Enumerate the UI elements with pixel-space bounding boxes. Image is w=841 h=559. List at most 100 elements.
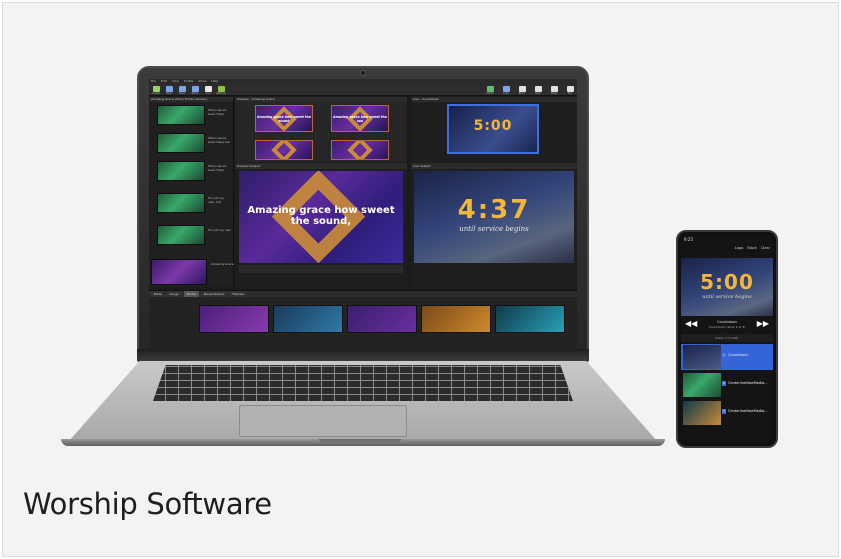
laptop-notch xyxy=(319,439,401,442)
media-item[interactable] xyxy=(273,305,343,333)
slide-thumbnail xyxy=(157,105,205,125)
phone-tabs: Logo Black Clear xyxy=(681,244,773,253)
slide-text: When we've been there xyxy=(208,108,227,116)
slide-item[interactable]: When we've been there xyxy=(157,161,232,182)
item-thumbnail xyxy=(683,401,721,425)
stage-label: Stage xyxy=(550,92,558,95)
preview-controls[interactable] xyxy=(239,265,403,273)
trackpad xyxy=(239,405,407,437)
slide-text: When we've been there ten xyxy=(208,136,231,144)
phone-status-time: 9:25 xyxy=(684,237,693,242)
song-panel-header: Amazing Grace (Chris Tomlin Version) xyxy=(149,97,233,102)
mini-slide[interactable] xyxy=(331,140,389,160)
preview-output: Amazing grace how sweet the sound, xyxy=(239,171,403,263)
phone-countdown-caption: until service begins xyxy=(702,294,752,300)
product-card: File Edit View Profile Show Help Create … xyxy=(2,2,839,557)
mini-slide[interactable]: Amazing grace how sweet the sou xyxy=(331,105,389,132)
slide-item[interactable]: Amazing Grace xyxy=(151,259,234,285)
black-label: Black xyxy=(518,92,526,95)
slide-text: Amazing Grace xyxy=(211,262,234,266)
media-item[interactable] xyxy=(199,305,269,333)
countdown-small-time: 5:00 xyxy=(473,118,513,134)
card-title: Worship Software xyxy=(23,487,272,521)
preview-panel: Preview - Amazing Grace Amazing grace ho… xyxy=(235,97,407,287)
item-index: 1 xyxy=(722,353,726,358)
phone-list-item[interactable]: 2 CenterlineNewMedia... xyxy=(681,372,773,398)
song-slides-panel: Amazing Grace (Chris Tomlin Version) Whe… xyxy=(149,97,234,287)
webcam xyxy=(361,71,365,75)
live-panel: Live - Countdown 5:00 Live Output 4:37 u… xyxy=(411,97,577,287)
slide-thumbnail xyxy=(157,133,205,153)
laptop-lid: File Edit View Profile Show Help Create … xyxy=(137,66,589,362)
exit-label: Exit xyxy=(567,92,573,95)
countdown-slide[interactable]: 5:00 xyxy=(447,104,539,154)
app-toolbar: Create Open Save Blank Live Settings Med… xyxy=(149,84,577,96)
slide-item[interactable]: It's not my own, but xyxy=(157,193,232,214)
media-bin: Bible Songs Media Presentations Themes xyxy=(149,290,577,349)
mini-slide[interactable] xyxy=(255,140,313,160)
item-label: CenterlineNewMedia... xyxy=(728,409,768,413)
media-item[interactable] xyxy=(347,305,417,333)
mini-slide-text: Amazing grace how sweet the sound xyxy=(257,115,311,123)
slide-text: It's not my own, but xyxy=(208,196,224,204)
phone-divider: Psalm 23 (CSB) xyxy=(681,334,773,342)
mini-slide[interactable]: Amazing grace how sweet the sound xyxy=(255,105,313,132)
live-panel-header: Live - Countdown xyxy=(411,97,577,102)
mini-slide-text: Amazing grace how sweet the sou xyxy=(333,115,387,123)
tab-media[interactable]: Media xyxy=(183,291,199,297)
blank-label: Blank xyxy=(191,92,199,95)
diamond-graphic xyxy=(347,141,373,159)
preview-output-header: Preview Output xyxy=(235,163,407,169)
slide-thumbnail xyxy=(157,193,205,213)
media-label: Media xyxy=(486,92,494,95)
open-label: Open xyxy=(165,92,173,95)
media-item[interactable] xyxy=(421,305,491,333)
item-label: Countdown xyxy=(728,353,748,357)
phone-screen: 9:25 Logo Black Clear 5:00 until service… xyxy=(681,236,773,442)
item-thumbnail xyxy=(683,373,721,397)
live-output: 4:37 until service begins xyxy=(414,171,574,263)
slide-text: When we've been there xyxy=(208,164,227,172)
slide-thumbnail xyxy=(157,225,205,245)
next-icon[interactable]: ▶▶ xyxy=(757,319,769,328)
phone-tab-clear[interactable]: Clear xyxy=(761,244,770,253)
tab-presentations[interactable]: Presentations xyxy=(200,291,228,297)
tab-themes[interactable]: Themes xyxy=(229,291,247,297)
media-tabs: Bible Songs Media Presentations Themes xyxy=(149,291,577,297)
slide-text: It's not my own xyxy=(208,228,232,232)
keyboard xyxy=(153,365,573,401)
item-thumbnail xyxy=(683,345,721,369)
laptop-hinge xyxy=(137,349,589,361)
create-label: Create xyxy=(152,92,160,95)
phone-tab-logo[interactable]: Logo xyxy=(735,244,743,253)
settings-label: Settings xyxy=(216,92,226,95)
slide-item[interactable]: It's not my own xyxy=(157,225,232,246)
slide-thumbnail xyxy=(157,161,205,181)
phone-list-item[interactable]: 1 Countdown xyxy=(681,344,773,370)
preview-lyric: Amazing grace how sweet the sound, xyxy=(247,205,395,227)
slide-item[interactable]: When we've been there ten xyxy=(157,133,232,154)
item-index: 3 xyxy=(722,409,726,414)
item-index: 2 xyxy=(722,381,726,386)
tab-bible[interactable]: Bible xyxy=(151,291,165,297)
phone-navigation: ◀◀ Countdown Countdown (slide 1 of 3) ▶▶ xyxy=(681,318,773,332)
live-countdown-caption: until service begins xyxy=(459,225,529,233)
live-label: Live xyxy=(205,92,211,95)
diamond-graphic xyxy=(271,141,297,159)
phone-countdown-time: 5:00 xyxy=(700,270,754,294)
phone-tab-black[interactable]: Black xyxy=(747,244,756,253)
slide-item[interactable]: When we've been there xyxy=(157,105,232,126)
tab-songs[interactable]: Songs xyxy=(166,291,182,297)
item-label: CenterlineNewMedia... xyxy=(728,381,768,385)
clear-label: Clear xyxy=(534,92,542,95)
media-item[interactable] xyxy=(495,305,565,333)
logo-label: Logo xyxy=(503,92,509,95)
laptop-screen: File Edit View Profile Show Help Create … xyxy=(149,79,577,349)
save-label: Save xyxy=(179,92,185,95)
slide-grid: Amazing grace how sweet the sound Amazin… xyxy=(235,102,407,162)
phone: 9:25 Logo Black Clear 5:00 until service… xyxy=(676,230,778,448)
slide-thumbnail xyxy=(151,259,207,285)
live-output-header: Live Output xyxy=(411,163,577,169)
phone-list-item[interactable]: 3 CenterlineNewMedia... xyxy=(681,400,773,426)
live-countdown-time: 4:37 xyxy=(457,195,531,225)
